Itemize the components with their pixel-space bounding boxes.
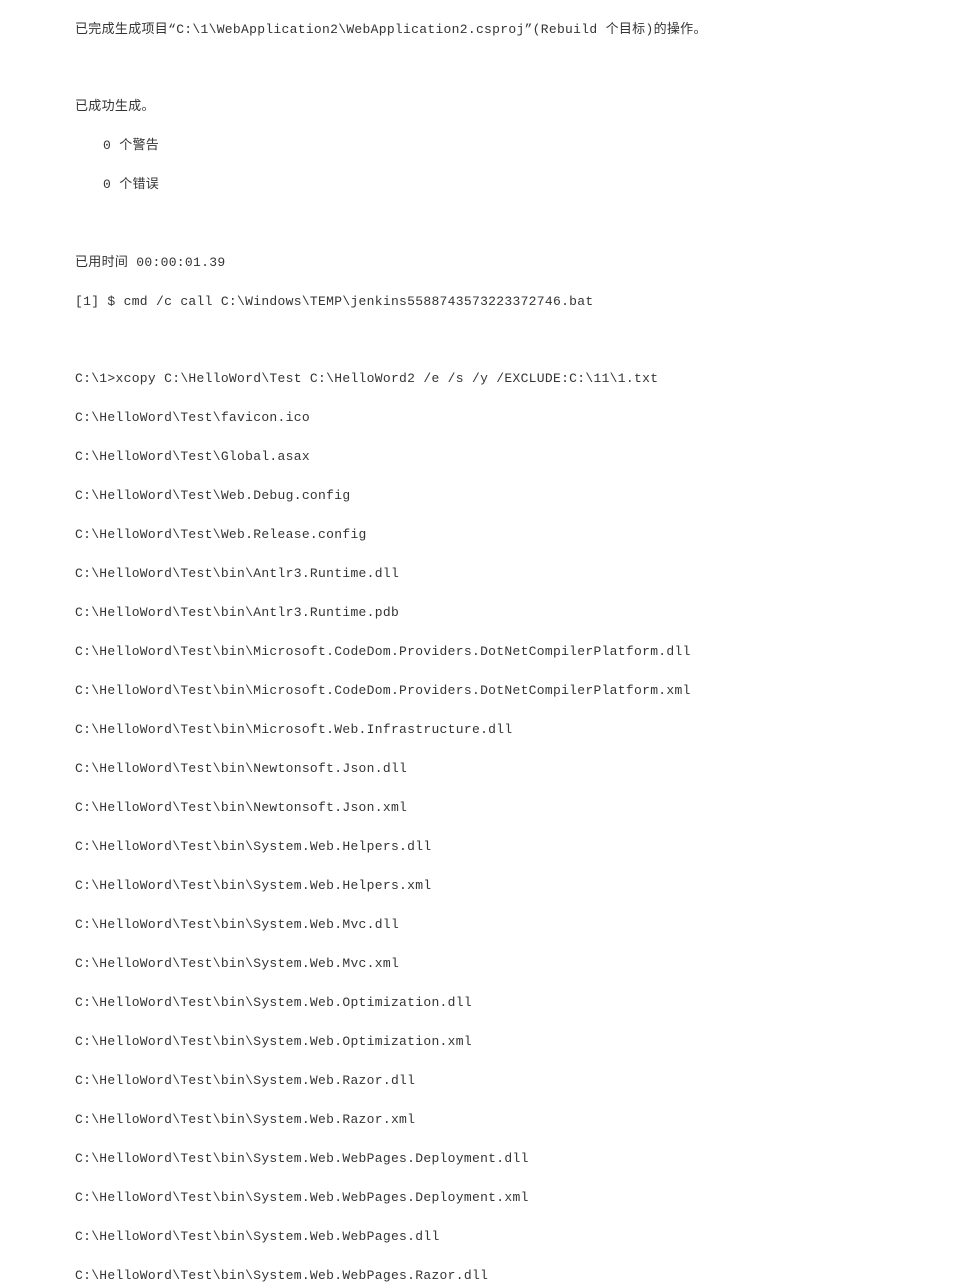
file-line: C:\HelloWord\Test\favicon.ico [75,408,975,428]
file-line: C:\HelloWord\Test\bin\System.Web.WebPage… [75,1266,975,1286]
file-line: C:\HelloWord\Test\bin\Microsoft.CodeDom.… [75,642,975,662]
elapsed-time-line: 已用时间 00:00:01.39 [75,253,975,273]
blank-line [75,331,975,350]
file-line: C:\HelloWord\Test\bin\System.Web.Helpers… [75,837,975,857]
blank-line [75,214,975,233]
file-line: C:\HelloWord\Test\bin\System.Web.Optimiz… [75,1032,975,1052]
file-line: C:\HelloWord\Test\bin\System.Web.Helpers… [75,876,975,896]
file-line: C:\HelloWord\Test\Web.Debug.config [75,486,975,506]
file-line: C:\HelloWord\Test\bin\Microsoft.CodeDom.… [75,681,975,701]
file-line: C:\HelloWord\Test\bin\System.Web.WebPage… [75,1188,975,1208]
errors-count-line: 0 个错误 [75,175,975,195]
file-line: C:\HelloWord\Test\bin\Newtonsoft.Json.xm… [75,798,975,818]
build-complete-line: 已完成生成项目“C:\1\WebApplication2\WebApplicat… [75,20,975,40]
file-line: C:\HelloWord\Test\bin\Microsoft.Web.Infr… [75,720,975,740]
file-line: C:\HelloWord\Test\bin\System.Web.Optimiz… [75,993,975,1013]
warnings-count-line: 0 个警告 [75,136,975,156]
file-line: C:\HelloWord\Test\bin\System.Web.WebPage… [75,1149,975,1169]
file-line: C:\HelloWord\Test\Global.asax [75,447,975,467]
cmd-call-line: [1] $ cmd /c call C:\Windows\TEMP\jenkin… [75,292,975,312]
file-line: C:\HelloWord\Test\bin\System.Web.Razor.x… [75,1110,975,1130]
file-line: C:\HelloWord\Test\bin\System.Web.Mvc.dll [75,915,975,935]
file-line: C:\HelloWord\Test\bin\Antlr3.Runtime.dll [75,564,975,584]
file-line: C:\HelloWord\Test\bin\System.Web.Mvc.xml [75,954,975,974]
file-line: C:\HelloWord\Test\Web.Release.config [75,525,975,545]
console-output: 已完成生成项目“C:\1\WebApplication2\WebApplicat… [0,0,975,1288]
build-success-line: 已成功生成。 [75,97,975,117]
file-line: C:\HelloWord\Test\bin\System.Web.WebPage… [75,1227,975,1247]
xcopy-command-line: C:\1>xcopy C:\HelloWord\Test C:\HelloWor… [75,369,975,389]
file-line: C:\HelloWord\Test\bin\Antlr3.Runtime.pdb [75,603,975,623]
file-line: C:\HelloWord\Test\bin\System.Web.Razor.d… [75,1071,975,1091]
blank-line [75,59,975,78]
file-line: C:\HelloWord\Test\bin\Newtonsoft.Json.dl… [75,759,975,779]
